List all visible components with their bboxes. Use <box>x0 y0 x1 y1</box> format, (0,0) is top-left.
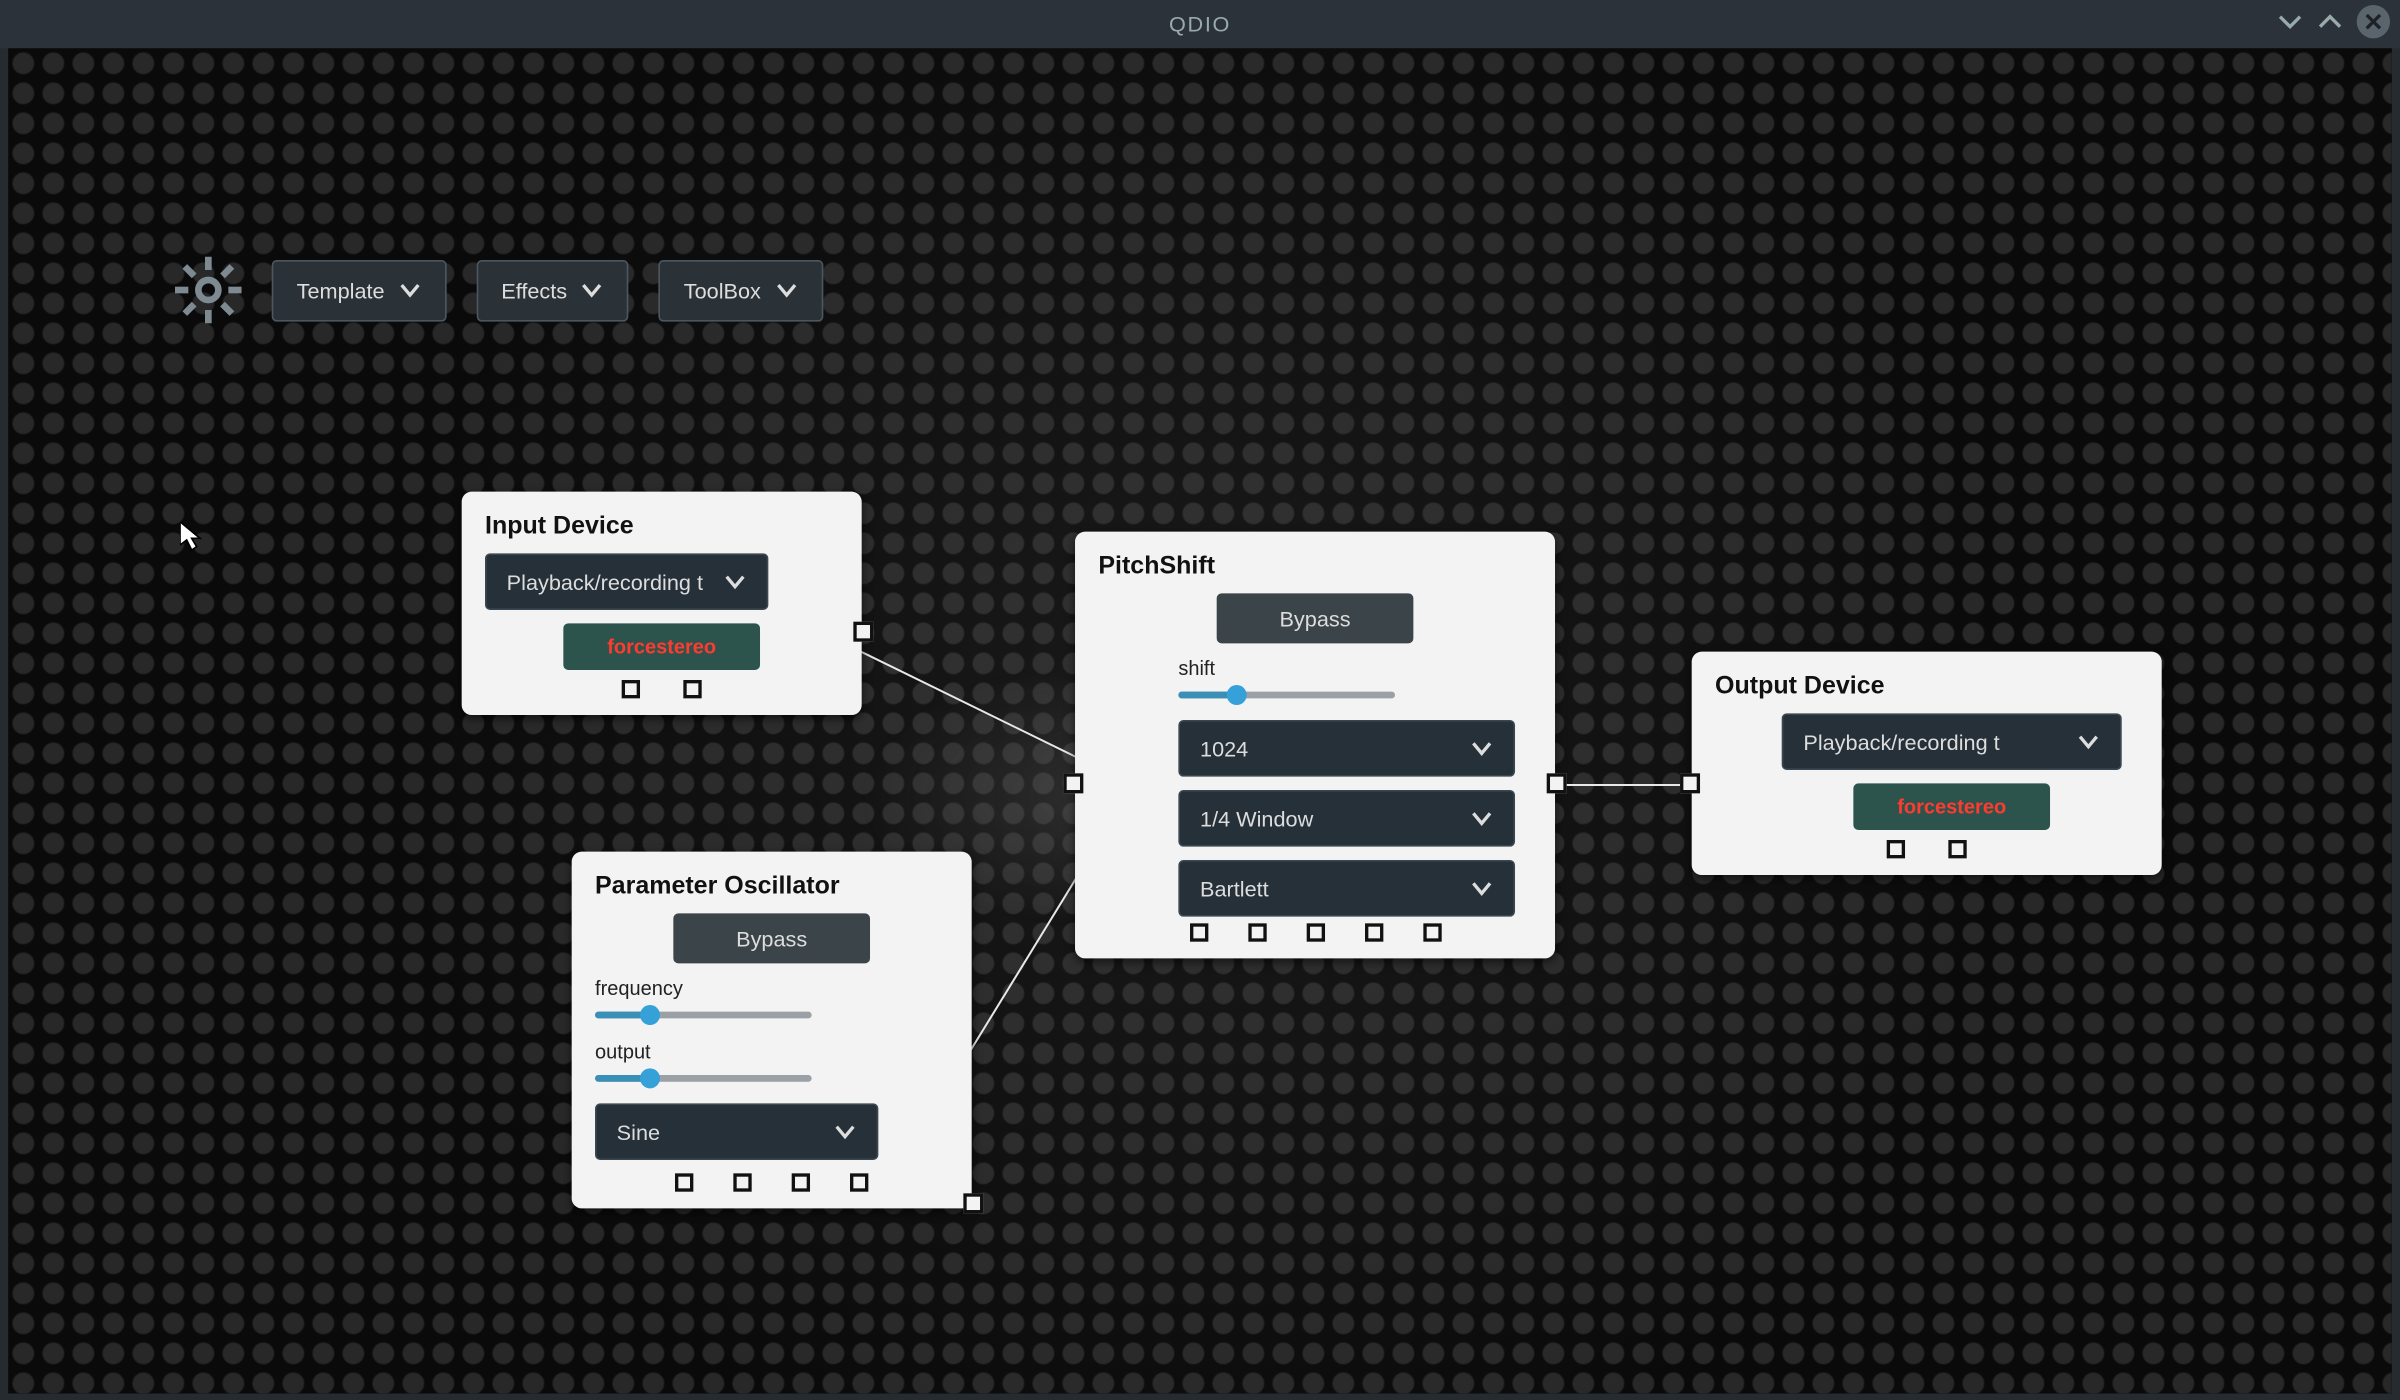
toolbox-label: ToolBox <box>684 278 761 303</box>
maximize-icon[interactable] <box>2317 8 2344 35</box>
node-title: Input Device <box>485 512 838 540</box>
node-title: PitchShift <box>1098 552 1531 580</box>
shift-slider[interactable] <box>1178 683 1395 706</box>
port-in-left[interactable] <box>1680 773 1700 793</box>
node-parameter-oscillator[interactable]: Parameter Oscillator Bypass frequency ou… <box>572 852 972 1209</box>
port-bottom[interactable] <box>675 1173 693 1191</box>
port-bottom[interactable] <box>850 1173 868 1191</box>
close-icon <box>2363 12 2383 32</box>
bypass-label: Bypass <box>1279 606 1350 631</box>
mouse-cursor <box>180 522 203 552</box>
top-toolbar: Template Effects ToolBox <box>175 257 823 324</box>
port-bottom[interactable] <box>1189 923 1207 941</box>
port-bottom[interactable] <box>1364 923 1382 941</box>
node-canvas[interactable]: Template Effects ToolBox Input Device Pl… <box>8 48 2391 1393</box>
titlebar: QDIO <box>0 0 2400 48</box>
shift-label: shift <box>1178 657 1531 680</box>
bypass-button[interactable]: Bypass <box>673 913 870 963</box>
input-device-select[interactable]: Playback/recording t <box>485 553 768 610</box>
forcestereo-toggle[interactable]: forcestereo <box>563 623 760 670</box>
chevron-down-icon <box>1470 877 1493 900</box>
window-type-select[interactable]: Bartlett <box>1178 860 1515 917</box>
bypass-label: Bypass <box>736 926 807 951</box>
chevron-down-icon <box>398 278 421 301</box>
fft-size-select[interactable]: 1024 <box>1178 720 1515 777</box>
select-value: 1/4 Window <box>1200 806 1313 831</box>
effects-dropdown[interactable]: Effects <box>476 259 629 321</box>
minimize-icon[interactable] <box>2277 8 2304 35</box>
forcestereo-label: forcestereo <box>1897 795 2006 818</box>
node-title: Parameter Oscillator <box>595 872 948 900</box>
select-value: Playback/recording t <box>1803 729 1999 754</box>
port-bottom[interactable] <box>1306 923 1324 941</box>
select-value: Playback/recording t <box>507 569 703 594</box>
effects-label: Effects <box>501 278 567 303</box>
port-bottom[interactable] <box>1887 840 1905 858</box>
port-out-right[interactable] <box>1547 773 1567 793</box>
titlebar-controls <box>2277 5 2390 38</box>
toolbox-dropdown[interactable]: ToolBox <box>659 259 823 321</box>
port-bottom[interactable] <box>733 1173 751 1191</box>
select-value: Sine <box>617 1119 660 1144</box>
frequency-label: frequency <box>595 977 948 1000</box>
app-window: QDIO <box>0 0 2400 1400</box>
chevron-down-icon <box>1470 737 1493 760</box>
template-label: Template <box>297 278 385 303</box>
window-title: QDIO <box>1169 12 1231 37</box>
frequency-slider[interactable] <box>595 1003 812 1026</box>
port-in-left[interactable] <box>1063 773 1083 793</box>
forcestereo-toggle[interactable]: forcestereo <box>1853 783 2050 830</box>
port-bottom[interactable] <box>683 680 701 698</box>
chevron-down-icon <box>723 570 746 593</box>
node-input-device[interactable]: Input Device Playback/recording t forces… <box>462 492 862 715</box>
port-bottom[interactable] <box>622 680 640 698</box>
wave-select[interactable]: Sine <box>595 1103 878 1160</box>
port-out-right[interactable] <box>963 1193 983 1213</box>
output-slider[interactable] <box>595 1067 812 1090</box>
port-out-right[interactable] <box>853 622 873 642</box>
select-value: 1024 <box>1200 736 1248 761</box>
select-value: Bartlett <box>1200 876 1269 901</box>
chevron-down-icon <box>1470 807 1493 830</box>
port-bottom[interactable] <box>1248 923 1266 941</box>
output-device-select[interactable]: Playback/recording t <box>1782 713 2122 770</box>
close-button[interactable] <box>2357 5 2390 38</box>
canvas-frame: Template Effects ToolBox Input Device Pl… <box>8 48 2391 1393</box>
chevron-down-icon <box>774 278 797 301</box>
node-output-device[interactable]: Output Device Playback/recording t force… <box>1692 652 2162 875</box>
chevron-down-icon <box>833 1120 856 1143</box>
window-size-select[interactable]: 1/4 Window <box>1178 790 1515 847</box>
forcestereo-label: forcestereo <box>607 635 716 658</box>
template-dropdown[interactable]: Template <box>272 259 447 321</box>
chevron-down-icon <box>2077 730 2100 753</box>
chevron-down-icon <box>580 278 603 301</box>
port-bottom[interactable] <box>1948 840 1966 858</box>
node-title: Output Device <box>1715 672 2138 700</box>
port-bottom[interactable] <box>792 1173 810 1191</box>
node-pitchshift[interactable]: PitchShift Bypass shift 1024 <box>1075 532 1555 959</box>
port-bottom[interactable] <box>1423 923 1441 941</box>
output-label: output <box>595 1040 948 1063</box>
bypass-button[interactable]: Bypass <box>1217 593 1414 643</box>
gear-icon[interactable] <box>175 257 242 324</box>
